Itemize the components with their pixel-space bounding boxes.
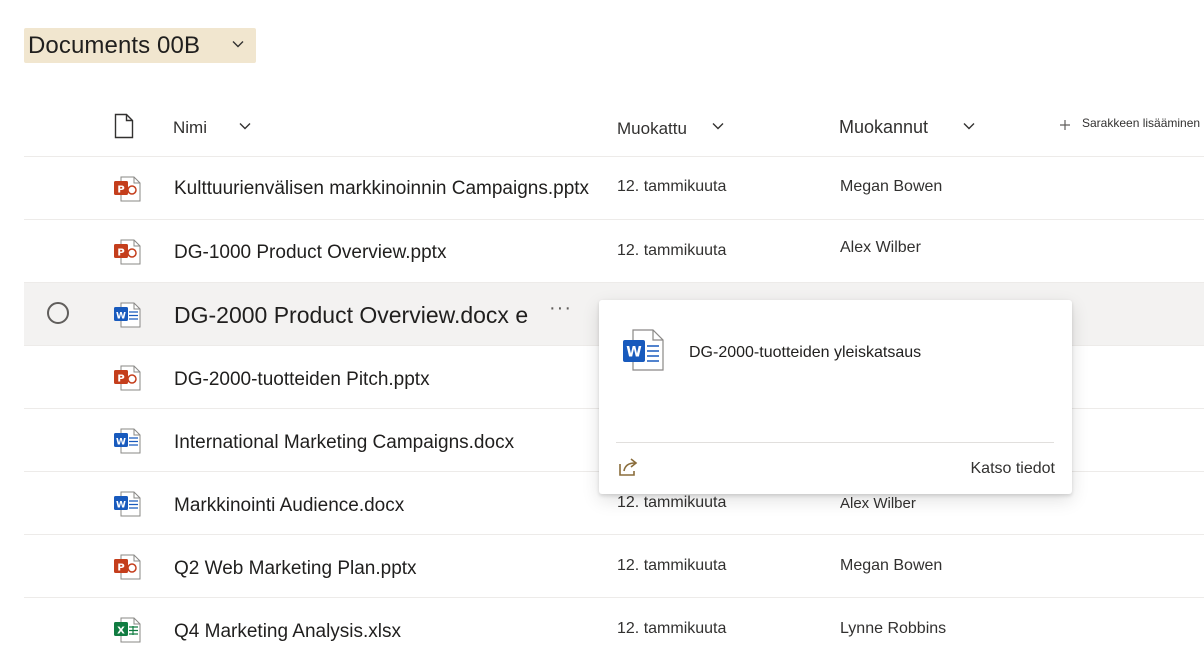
svg-text:P: P <box>117 185 124 196</box>
svg-text:W: W <box>626 345 641 361</box>
file-name[interactable]: International Marketing Campaigns.docx <box>174 432 514 454</box>
file-row[interactable]: P Q2 Web Marketing Plan.pptx 12. tammiku… <box>24 535 1204 598</box>
hover-card-title[interactable]: DG-2000-tuotteiden yleiskatsaus <box>689 344 921 362</box>
file-row[interactable]: P Kulttuurienvälisen markkinoinnin Campa… <box>24 157 1204 220</box>
svg-text:X: X <box>117 626 125 637</box>
word-file-icon: W <box>114 428 141 454</box>
file-hover-card: W DG-2000-tuotteiden yleiskatsaus Katso … <box>599 300 1072 494</box>
column-header-row: Nimi Muokattu Muokannut Sarakkeen lisääm… <box>24 100 1204 157</box>
excel-file-icon: X <box>114 617 141 643</box>
svg-text:P: P <box>117 374 124 385</box>
file-name[interactable]: Q2 Web Marketing Plan.pptx <box>174 558 417 580</box>
hover-card-divider <box>616 442 1054 443</box>
word-file-icon: W <box>114 302 141 328</box>
file-row[interactable]: P DG-1000 Product Overview.pptx 12. tamm… <box>24 220 1204 283</box>
file-row[interactable]: X Q4 Marketing Analysis.xlsx 12. tammiku… <box>24 598 1204 660</box>
modified-by[interactable]: Alex Wilber <box>840 495 916 512</box>
file-name[interactable]: Markkinointi Audience.docx <box>174 495 404 517</box>
column-name-label: Nimi <box>173 118 207 137</box>
powerpoint-file-icon: P <box>114 176 141 202</box>
library-title-button[interactable]: Documents 00B <box>24 28 256 63</box>
share-icon[interactable] <box>617 456 641 478</box>
file-name[interactable]: Q4 Marketing Analysis.xlsx <box>174 621 401 643</box>
chevron-down-icon <box>239 123 251 130</box>
modified-date: 12. tammikuuta <box>617 242 727 259</box>
column-modified-label: Muokattu <box>617 119 687 138</box>
word-document-icon: W <box>623 329 664 371</box>
powerpoint-file-icon: P <box>114 239 141 265</box>
powerpoint-file-icon: P <box>114 554 141 580</box>
svg-text:P: P <box>117 563 124 574</box>
view-details-link[interactable]: Katso tiedot <box>971 460 1056 478</box>
modified-by[interactable]: Lynne Robbins <box>840 620 946 638</box>
svg-text:W: W <box>116 501 126 511</box>
file-type-icon[interactable] <box>114 113 134 139</box>
modified-by[interactable]: Megan Bowen <box>840 557 942 575</box>
chevron-down-icon <box>963 123 975 130</box>
file-name[interactable]: DG-1000 Product Overview.pptx <box>174 242 446 264</box>
row-select-radio[interactable] <box>47 302 69 324</box>
file-name[interactable]: DG-2000 Product Overview.docx e <box>174 302 528 329</box>
chevron-down-icon <box>712 123 724 130</box>
modified-date: 12. tammikuuta <box>617 494 727 511</box>
modified-date: 12. tammikuuta <box>617 557 727 574</box>
plus-icon <box>1060 120 1070 130</box>
powerpoint-file-icon: P <box>114 365 141 391</box>
word-file-icon: W <box>114 491 141 517</box>
column-modified-by-label: Muokannut <box>839 117 929 137</box>
file-name[interactable]: Kulttuurienvälisen markkinoinnin Campaig… <box>174 178 589 200</box>
modified-by[interactable]: Alex Wilber <box>840 239 921 257</box>
file-name[interactable]: DG-2000-tuotteiden Pitch.pptx <box>174 369 430 391</box>
library-title: Documents 00B <box>28 31 201 59</box>
svg-text:P: P <box>117 248 124 259</box>
chevron-down-icon <box>232 41 244 48</box>
more-actions-button[interactable]: ··· <box>549 297 572 320</box>
add-column-label: Sarakkeen lisääminen <box>1082 116 1201 130</box>
svg-text:W: W <box>116 438 126 448</box>
modified-date: 12. tammikuuta <box>617 178 727 195</box>
svg-text:W: W <box>116 312 126 322</box>
modified-by[interactable]: Megan Bowen <box>840 178 942 196</box>
modified-date: 12. tammikuuta <box>617 620 727 637</box>
